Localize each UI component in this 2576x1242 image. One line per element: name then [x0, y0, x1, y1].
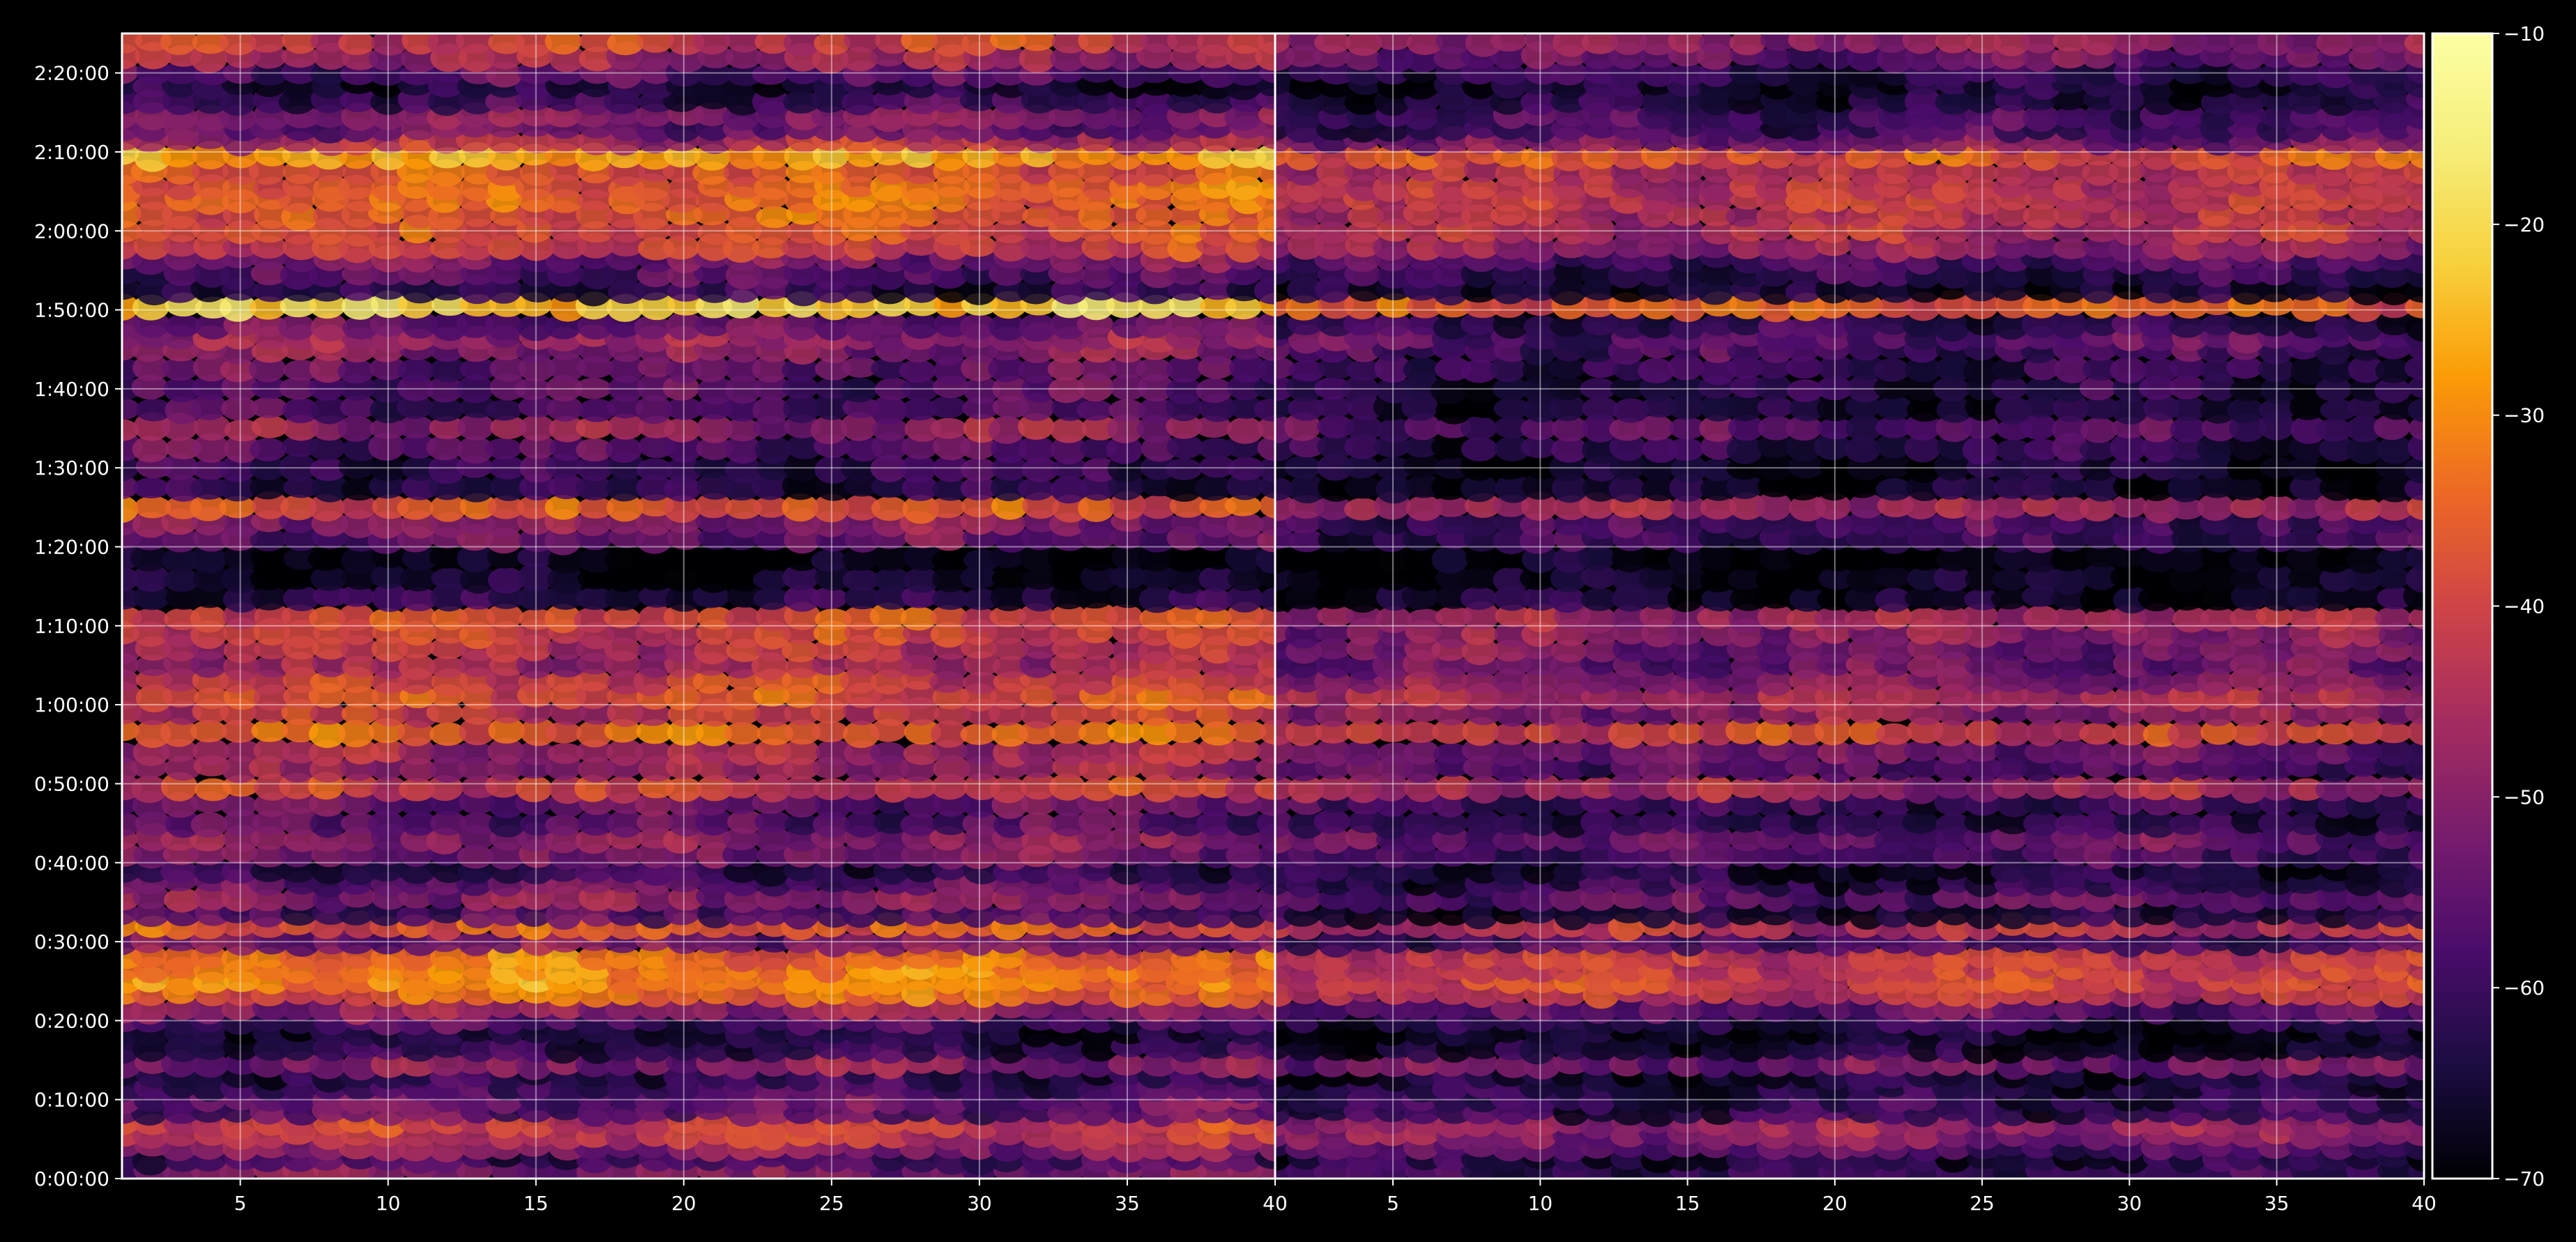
heatmap-cell [1990, 495, 2027, 519]
heatmap-cell [842, 569, 880, 592]
heatmap-cell [1668, 438, 1705, 461]
heatmap-cell [1019, 313, 1055, 342]
heatmap-cell [251, 415, 289, 438]
heatmap-cell [1962, 545, 1999, 570]
heatmap-cell [1875, 723, 1912, 745]
heatmap-cell [2227, 477, 2264, 501]
heatmap-cell [1050, 417, 1087, 443]
heatmap-cell [2345, 497, 2381, 521]
heatmap-cell [929, 396, 966, 418]
heatmap-cell [1316, 396, 1352, 418]
heatmap-cell [278, 314, 315, 341]
heatmap-cell [664, 417, 701, 443]
heatmap-cell [1696, 775, 1734, 804]
heatmap-cell [1343, 740, 1380, 767]
heatmap-cell [2374, 567, 2411, 589]
heatmap-cell [544, 33, 582, 55]
heatmap-cell [190, 811, 228, 838]
heatmap-cell [1431, 545, 1468, 574]
heatmap-cell [397, 358, 434, 383]
heatmap-cell [337, 603, 375, 631]
heatmap-cell [1195, 474, 1232, 501]
heatmap-cell [1784, 773, 1821, 801]
heatmap-cell [2080, 587, 2117, 613]
heatmap-cell [724, 606, 762, 631]
heatmap-cell [811, 721, 848, 742]
heatmap-cell [2227, 397, 2264, 424]
heatmap-cell [1903, 740, 1940, 762]
heatmap-cell [1076, 399, 1113, 421]
heatmap-cell [1461, 436, 1498, 461]
heatmap-cell [930, 417, 968, 439]
heatmap-cell [485, 399, 523, 421]
heatmap-cell [2230, 378, 2266, 401]
heatmap-cell [1166, 458, 1203, 480]
heatmap-cell [1460, 586, 1497, 611]
heatmap-cell [397, 496, 434, 520]
heatmap-cell [899, 359, 936, 383]
heatmap-cell [693, 33, 731, 55]
heatmap-cell [122, 495, 139, 523]
heatmap-figure: 0:00:000:10:000:20:000:30:000:40:000:50:… [34, 22, 2545, 1215]
heatmap-cell [2198, 741, 2235, 767]
heatmap-cell [811, 587, 848, 610]
heatmap-cell [2375, 722, 2412, 744]
heatmap-cell [2079, 722, 2116, 745]
heatmap-cell [901, 33, 938, 53]
heatmap-cell [544, 814, 582, 836]
heatmap-cell [160, 33, 197, 56]
heatmap-cell [337, 358, 374, 384]
heatmap-cell [456, 33, 493, 54]
heatmap-cell [869, 742, 907, 765]
heatmap-cell [931, 549, 968, 571]
heatmap-cell [397, 415, 434, 439]
heatmap-cell [1961, 477, 1999, 501]
heatmap-cell [485, 438, 522, 459]
heatmap-cell [1990, 588, 2028, 610]
heatmap-cell [902, 313, 939, 339]
heatmap-panel-left [122, 33, 1275, 1179]
heatmap-cell [1019, 33, 1055, 52]
heatmap-cell [1844, 608, 1882, 631]
heatmap-cell [250, 397, 288, 418]
heatmap-cell [960, 723, 997, 745]
heatmap-cell [132, 608, 169, 631]
heatmap-cell [1903, 775, 1939, 804]
heatmap-cell [1962, 435, 1999, 465]
heatmap-cell [2375, 606, 2412, 631]
heatmap-cell [192, 738, 230, 766]
heatmap-cell [605, 775, 642, 804]
heatmap-cell [2377, 435, 2414, 464]
heatmap-cell [1992, 569, 2029, 591]
heatmap-cell [1196, 316, 1233, 337]
heatmap-cell [1461, 567, 1498, 589]
heatmap-cell [2080, 417, 2117, 443]
heatmap-cell [250, 438, 287, 461]
heatmap-cell [1874, 566, 1911, 588]
heatmap-cell [811, 549, 848, 572]
heatmap-cell [132, 477, 170, 499]
heatmap-cell [754, 436, 792, 464]
heatmap-cell [190, 604, 227, 633]
heatmap-cell [1431, 376, 1468, 404]
heatmap-cell [2080, 777, 2117, 799]
heatmap-cell [307, 547, 345, 572]
heatmap-cell [1580, 588, 1617, 611]
heatmap-cell [122, 419, 139, 441]
heatmap-cell [515, 775, 553, 803]
heatmap-cell [396, 905, 434, 927]
heatmap-cell [1196, 378, 1233, 404]
heatmap-cell [1078, 33, 1115, 54]
heatmap-cell [605, 436, 643, 463]
heatmap-panel-right [1275, 33, 2424, 1179]
heatmap-cell [1344, 475, 1382, 499]
heatmap-cell [840, 377, 878, 403]
heatmap-cell [457, 474, 495, 503]
heatmap-cell [338, 33, 375, 56]
heatmap-cell [724, 722, 761, 745]
